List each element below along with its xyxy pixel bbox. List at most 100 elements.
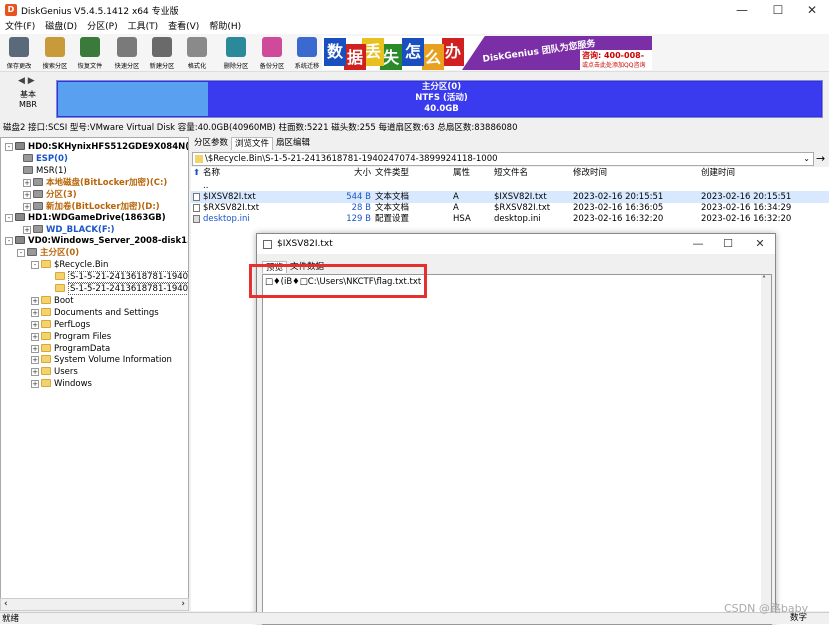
dialog-minimize-button[interactable]: — [681,234,715,254]
expand-icon[interactable]: + [23,203,31,211]
toolbar-button-new-partition[interactable]: 新建分区 [145,35,179,71]
scroll-up-icon[interactable]: ˄ [762,275,766,284]
tree-item[interactable]: MSR(1) [23,165,67,177]
expand-icon[interactable]: + [31,345,39,353]
path-text: \$Recycle.Bin\S-1-5-21-2413618781-194024… [205,154,498,164]
window-title: DiskGenius V5.4.5.1412 x64 专业版 [21,6,179,17]
expand-icon[interactable]: + [31,333,39,341]
tab-partition-params[interactable]: 分区参数 [191,137,231,150]
up-arrow-icon[interactable]: ⬆ [193,167,200,179]
tree-item-label: Boot [54,296,74,306]
collapse-icon[interactable]: - [31,261,39,269]
tree-item-label: ESP(0) [36,154,68,164]
tree-item[interactable]: S-1-5-21-2413618781-1940247074-389992411… [55,271,188,283]
toolbar-button-search[interactable]: 搜索分区 [38,35,72,71]
disk-icon [15,213,25,221]
tree-item[interactable]: + 分区(3) [23,189,77,201]
tree-item[interactable]: + Windows [31,378,92,390]
file-icon [193,204,200,212]
scroll-right-icon[interactable]: › [181,599,185,609]
expand-icon[interactable]: + [31,368,39,376]
expand-icon[interactable]: + [31,380,39,388]
expand-icon[interactable]: + [23,179,31,187]
tab-sector-edit[interactable]: 扇区编辑 [273,137,313,150]
disk-nav-arrows[interactable]: ◀ ▶ [18,76,35,86]
column-header[interactable]: 名称 [203,167,220,179]
toolbar-button-recover[interactable]: 恢复文件 [73,35,107,71]
preview-content[interactable]: □♦(iB♦□C:\Users\NKCTF\flag.txt.txt ˄ [262,274,772,625]
minimize-button[interactable]: — [725,0,759,20]
expand-icon[interactable]: + [23,226,31,234]
toolbar-button-delete[interactable]: 删除分区 [219,35,253,71]
toolbar-button-quick-partition[interactable]: 快速分区 [110,35,144,71]
expand-icon[interactable]: + [31,356,39,364]
partition-icon [23,166,33,174]
app-logo-icon: D [5,4,17,16]
tree-item[interactable]: S-1-5-21-2413618781-1940247074-389992411… [55,283,188,295]
tree-item[interactable]: + System Volume Information [31,354,172,366]
tree-item[interactable]: - 主分区(0) [17,247,79,259]
path-input[interactable]: \$Recycle.Bin\S-1-5-21-2413618781-194024… [192,152,814,166]
dialog-close-button[interactable]: ✕ [743,234,777,254]
file-row[interactable]: desktop.ini 129 B 配置设置 HSA desktop.ini 2023-0… [191,213,829,225]
menu-bar: 文件(F) 磁盘(D) 分区(P) 工具(T) 查看(V) 帮助(H) [0,20,829,34]
tree-item[interactable]: ESP(0) [23,153,68,165]
menu-tools[interactable]: 工具(T) [123,20,164,34]
tree-item[interactable]: - HD0:SKHynixHFS512GDE9X084N(477GB) [5,141,188,153]
tree-item[interactable]: + Program Files [31,331,111,343]
expand-icon[interactable]: + [31,321,39,329]
expand-icon[interactable]: + [23,191,31,199]
expand-icon[interactable]: + [31,309,39,317]
column-header[interactable]: 文件类型 [375,167,409,179]
tree-horizontal-scrollbar[interactable]: ‹ › [0,598,189,611]
chevron-down-icon[interactable]: ⌄ [803,153,810,165]
menu-file[interactable]: 文件(F) [0,20,40,34]
tree-item[interactable]: - VD0:Windows_Server_2008-disk1.vmdk [5,235,188,247]
ad-banner[interactable]: 办么怎失丢据数 DiskGenius 团队为您服务 咨询: 400-008-99… [322,36,652,70]
folder-icon [41,320,51,328]
toolbar-button-save[interactable]: 保存更改 [2,35,36,71]
delete-icon [226,37,246,57]
tree-item[interactable]: - $Recycle.Bin [31,259,109,271]
tree-item-label: Documents and Settings [54,308,159,318]
maximize-button[interactable]: ☐ [761,0,795,20]
tree-item[interactable]: + Documents and Settings [31,307,159,319]
tree-item-label: 本地磁盘(BitLocker加密)(C:) [46,178,168,188]
column-header[interactable]: 短文件名 [494,167,528,179]
toolbar-button-format[interactable]: 格式化 [180,35,214,71]
preview-vertical-scrollbar[interactable]: ˄ [761,275,771,624]
menu-partition[interactable]: 分区(P) [82,20,122,34]
expand-icon[interactable]: + [31,297,39,305]
dialog-maximize-button[interactable]: ☐ [711,234,745,254]
column-header[interactable]: 大小 [341,167,371,179]
collapse-icon[interactable]: - [17,249,25,257]
tree-item[interactable]: + 本地磁盘(BitLocker加密)(C:) [23,177,168,189]
tab-browse-files[interactable]: 浏览文件 [231,137,274,150]
disk-icon [15,236,25,244]
go-arrow-icon[interactable]: → [816,152,825,166]
disk-type-label: 基本 MBR [4,90,52,110]
collapse-icon[interactable]: - [5,143,13,151]
menu-view[interactable]: 查看(V) [163,20,204,34]
tree-item-label: S-1-5-21-2413618781-1940247074-389992411… [68,271,188,283]
toolbar-button-migrate[interactable]: 系统迁移 [290,35,324,71]
tree-item[interactable]: + Boot [31,295,74,307]
tree-item[interactable]: + PerfLogs [31,319,90,331]
scroll-left-icon[interactable]: ‹ [4,599,8,609]
toolbar-button-backup[interactable]: 备份分区 [255,35,289,71]
tree-item[interactable]: + Users [31,366,78,378]
collapse-icon[interactable]: - [5,237,13,245]
file-list-header: ⬆ 名称 大小 文件类型 属性 短文件名 修改时间 创建时间 [191,167,829,179]
tree-item[interactable]: - HD1:WDGameDrive(1863GB) [5,212,166,224]
partition-info: 主分区(0) NTFS (活动) 40.0GB [58,82,825,115]
column-header[interactable]: 修改时间 [573,167,607,179]
menu-disk[interactable]: 磁盘(D) [40,20,82,34]
column-header[interactable]: 创建时间 [701,167,735,179]
folder-icon [41,355,51,363]
partition-size: 40.0GB [424,104,459,114]
menu-help[interactable]: 帮助(H) [204,20,246,34]
tree-item-label: $Recycle.Bin [54,260,109,270]
close-button[interactable]: ✕ [795,0,829,20]
column-header[interactable]: 属性 [453,167,470,179]
collapse-icon[interactable]: - [5,214,13,222]
